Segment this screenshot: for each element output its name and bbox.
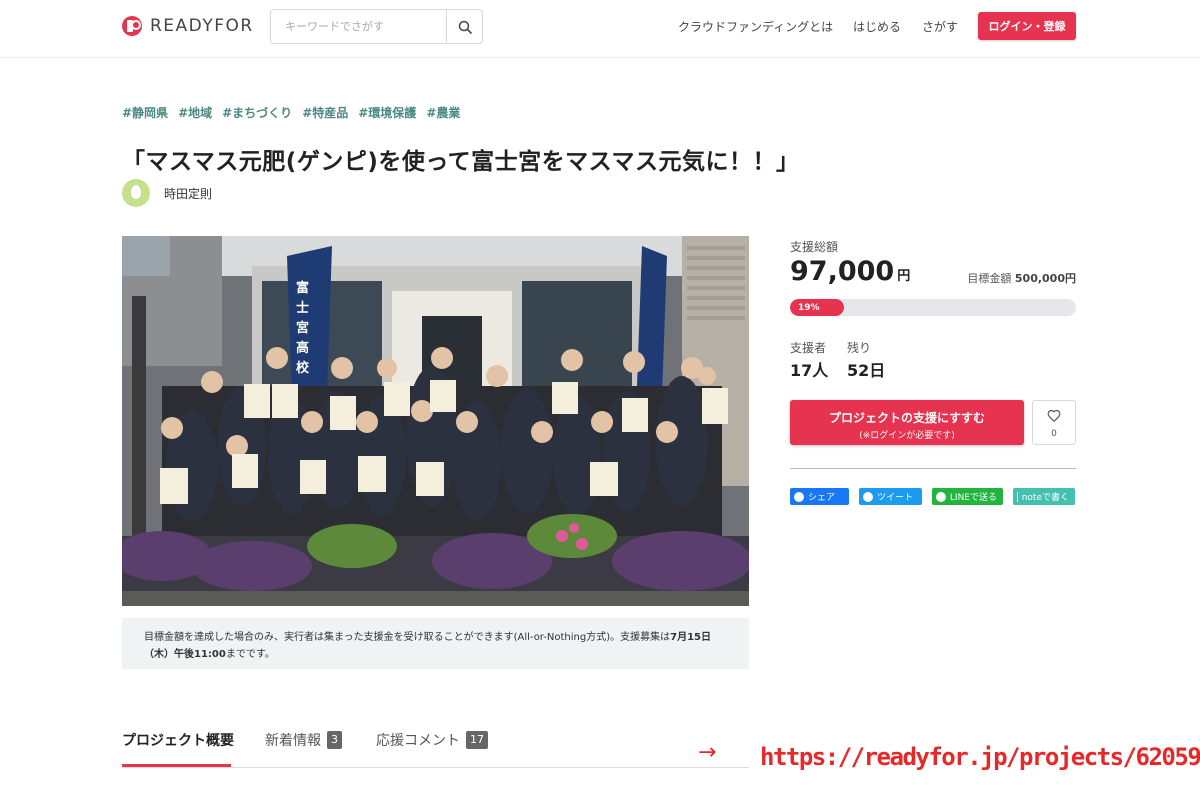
progress-fill: 19%	[790, 299, 845, 316]
note-share-button[interactable]: noteで書く	[1013, 488, 1075, 505]
note-share-label: noteで書く	[1021, 493, 1069, 503]
project-owner[interactable]: 時田定則	[122, 179, 212, 207]
facebook-share-label: シェア	[808, 493, 836, 503]
all-or-nothing-notice: 目標金額を達成した場合のみ、実行者は集まった支援金を受け取ることができます(Al…	[122, 618, 749, 669]
twitter-icon	[863, 491, 873, 502]
search-icon	[458, 20, 472, 34]
remaining-label: 残り	[847, 341, 872, 355]
tag-link[interactable]: #まちづくり	[222, 104, 292, 121]
owner-avatar	[122, 179, 150, 207]
tab-label: 応援コメント	[376, 733, 460, 749]
banner-text: 校	[296, 360, 310, 376]
banner-text: 宮	[296, 320, 309, 336]
tag-link[interactable]: #地域	[178, 104, 212, 121]
notice-text-end: までです。	[225, 649, 275, 660]
sidebar-divider	[790, 468, 1076, 469]
site-header: READYFOR クラウドファンディングとは はじめる さがす ログイン・登録	[0, 0, 1200, 58]
support-project-button[interactable]: プロジェクトの支援にすすむ (※ログインが必要です)	[790, 400, 1024, 445]
goal-label: 目標金額	[967, 272, 1012, 285]
supporters-label: 支援者	[790, 341, 827, 355]
search-button[interactable]	[446, 10, 482, 43]
search-input[interactable]	[271, 10, 446, 43]
tag-link[interactable]: #特産品	[302, 104, 348, 121]
news-count-badge: 3	[327, 731, 342, 749]
nav-find-link[interactable]: さがす	[922, 18, 958, 35]
nav-about-link[interactable]: クラウドファンディングとは	[678, 18, 833, 35]
progress-text: 19%	[798, 302, 820, 313]
favorite-count: 0	[1051, 429, 1057, 439]
remaining-days: 52日	[847, 361, 886, 380]
tag-link[interactable]: #環境保護	[358, 104, 416, 121]
annotation-arrow: →	[698, 740, 717, 765]
note-icon	[1017, 491, 1018, 502]
share-buttons: シェア ツイート LINEで送る noteで書く	[790, 488, 1075, 505]
favorite-button[interactable]: 0	[1032, 400, 1076, 445]
notice-text: 目標金額を達成した場合のみ、実行者は集まった支援金を受け取ることができます(Al…	[144, 632, 671, 643]
total-amount-value: 97,000	[790, 256, 895, 287]
comments-count-badge: 17	[466, 731, 488, 749]
owner-name: 時田定則	[164, 186, 213, 201]
tab-news[interactable]: 新着情報 3	[265, 730, 342, 750]
tag-link[interactable]: #農業	[426, 104, 460, 121]
project-tags: #静岡県 #地域 #まちづくり #特産品 #環境保護 #農業	[122, 104, 460, 121]
project-main-photo: 富 士 宮 高 校	[122, 236, 749, 606]
nav-start-link[interactable]: はじめる	[853, 18, 901, 35]
logo-text: READYFOR	[150, 16, 254, 36]
search-box	[270, 9, 483, 44]
line-share-label: LINEで送る	[949, 493, 997, 503]
total-label: 支援総額	[790, 240, 839, 254]
banner-text: 士	[296, 300, 309, 316]
support-button-note: (※ログインが必要です)	[859, 431, 955, 441]
tab-label: プロジェクト概要	[122, 733, 234, 749]
heart-icon	[1047, 409, 1061, 423]
annotation-url: https://readyfor.jp/projects/62059	[760, 743, 1200, 771]
goal-value: 500,000円	[1014, 272, 1076, 285]
progress-bar: 19%	[790, 299, 1076, 316]
tab-overview[interactable]: プロジェクト概要	[122, 730, 234, 750]
twitter-share-label: ツイート	[877, 493, 914, 503]
login-button[interactable]: ログイン・登録	[978, 12, 1076, 40]
active-tab-indicator	[122, 764, 231, 767]
facebook-icon	[794, 491, 804, 502]
project-title: 「マスマス元肥(ゲンピ)を使って富士宮をマスマス元気に！！」	[122, 149, 800, 175]
support-button-label: プロジェクトの支援にすすむ	[828, 411, 986, 425]
project-tabs: プロジェクト概要 新着情報 3 応援コメント 17	[122, 728, 749, 768]
facebook-share-button[interactable]: シェア	[790, 488, 849, 505]
banner-text: 富	[296, 280, 309, 296]
supporters-count: 17人	[790, 361, 829, 380]
tab-label: 新着情報	[265, 733, 321, 749]
goal-amount: 目標金額 500,000円	[967, 270, 1076, 286]
line-share-button[interactable]: LINEで送る	[932, 488, 1003, 505]
site-logo[interactable]: READYFOR	[122, 14, 254, 38]
total-amount: 97,000 円	[790, 256, 910, 287]
tag-link[interactable]: #静岡県	[122, 104, 168, 121]
line-icon	[936, 491, 946, 502]
banner-text: 高	[296, 340, 309, 356]
twitter-share-button[interactable]: ツイート	[859, 488, 922, 505]
total-amount-unit: 円	[897, 269, 911, 284]
logo-icon	[122, 16, 142, 36]
tab-comments[interactable]: 応援コメント 17	[376, 730, 488, 750]
